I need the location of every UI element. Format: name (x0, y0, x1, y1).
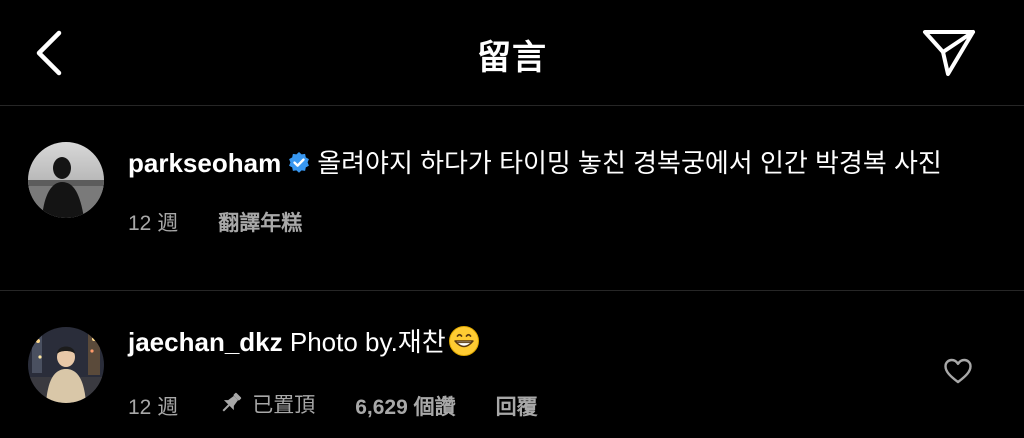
profile-photo-parkseoham (28, 142, 104, 218)
caption-meta: 12 週 翻譯年糕 (128, 207, 974, 237)
profile-photo-jaechan (28, 327, 104, 403)
comment-item: jaechan_dkz Photo by.재찬 12 週 已置頂 6,629 個… (0, 291, 1024, 438)
page-title: 留言 (477, 39, 547, 77)
avatar[interactable] (28, 327, 104, 403)
caption-line: parkseoham 올려야지 하다가 타이밍 놓친 경복궁에서 인간 박경복 … (128, 144, 974, 185)
avatar[interactable] (28, 142, 104, 218)
comment-username[interactable]: jaechan_dkz (128, 327, 283, 357)
caption-text-block: parkseoham 올려야지 하다가 타이밍 놓친 경복궁에서 인간 박경복 … (128, 144, 974, 237)
pinned-indicator: 已置頂 (218, 389, 315, 422)
grinning-face-emoji-icon (448, 325, 480, 367)
post-caption: parkseoham 올려야지 하다가 타이밍 놓친 경복궁에서 인간 박경복 … (0, 106, 1024, 291)
likes-count-button[interactable]: 6,629 個讚 (355, 391, 455, 421)
comment-meta: 12 週 已置頂 6,629 個讚 回覆 (128, 389, 914, 422)
paper-plane-icon (923, 30, 975, 76)
caption-text: 올려야지 하다가 타이밍 놓친 경복궁에서 인간 박경복 사진 (317, 148, 942, 178)
share-button[interactable] (920, 26, 978, 80)
pin-icon (218, 390, 244, 422)
comment-line: jaechan_dkz Photo by.재찬 (128, 323, 914, 367)
pinned-label: 已置頂 (252, 394, 316, 417)
header-bar: 留言 (0, 0, 1024, 106)
translate-button[interactable]: 翻譯年糕 (218, 207, 302, 237)
reply-button[interactable]: 回覆 (496, 391, 538, 421)
comments-screen: 留言 parkseoham 올려야지 하다가 타이밍 놓친 경복궁에서 인간 박… (0, 0, 1024, 438)
heart-outline-icon (944, 358, 972, 384)
verified-badge-icon (287, 147, 311, 185)
caption-time: 12 週 (128, 212, 179, 235)
comment-text-block: jaechan_dkz Photo by.재찬 12 週 已置頂 6,629 個… (128, 323, 914, 422)
comment-time: 12 週 (128, 395, 179, 419)
comment-text: Photo by.재찬 (289, 327, 446, 357)
caption-username[interactable]: parkseoham (128, 148, 281, 178)
like-button[interactable] (940, 353, 976, 389)
